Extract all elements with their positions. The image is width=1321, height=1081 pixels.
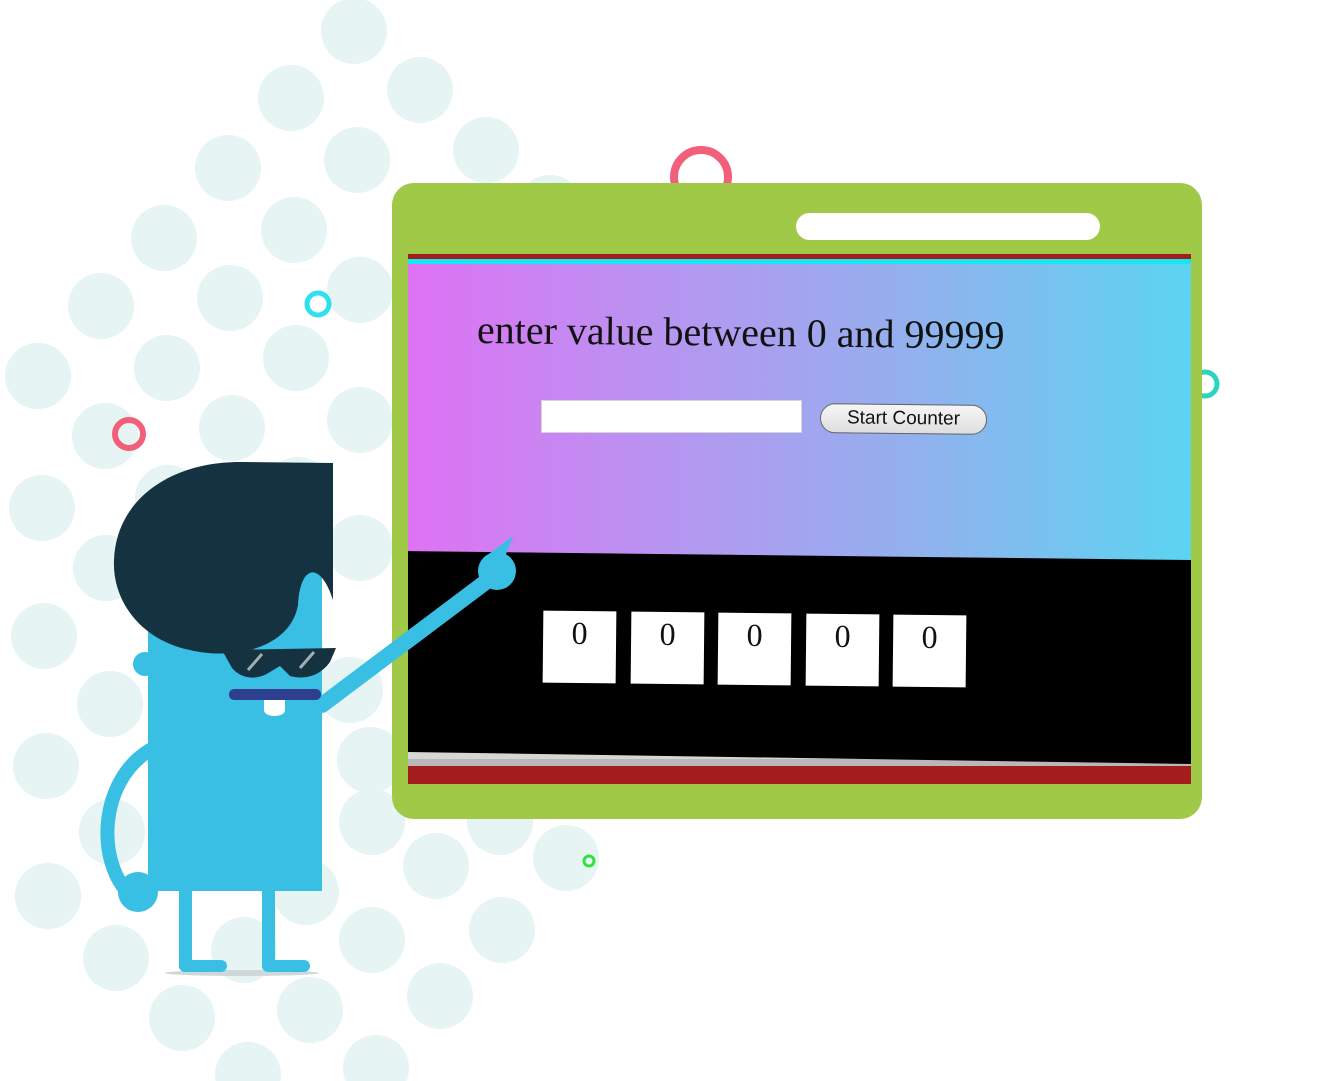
- character-ear: [133, 652, 157, 676]
- character-pointing-arm: [314, 567, 503, 713]
- presenter-character: [100, 462, 516, 976]
- character-legs: [179, 886, 310, 972]
- character-tooth: [264, 700, 285, 716]
- character-mouth: [229, 689, 321, 700]
